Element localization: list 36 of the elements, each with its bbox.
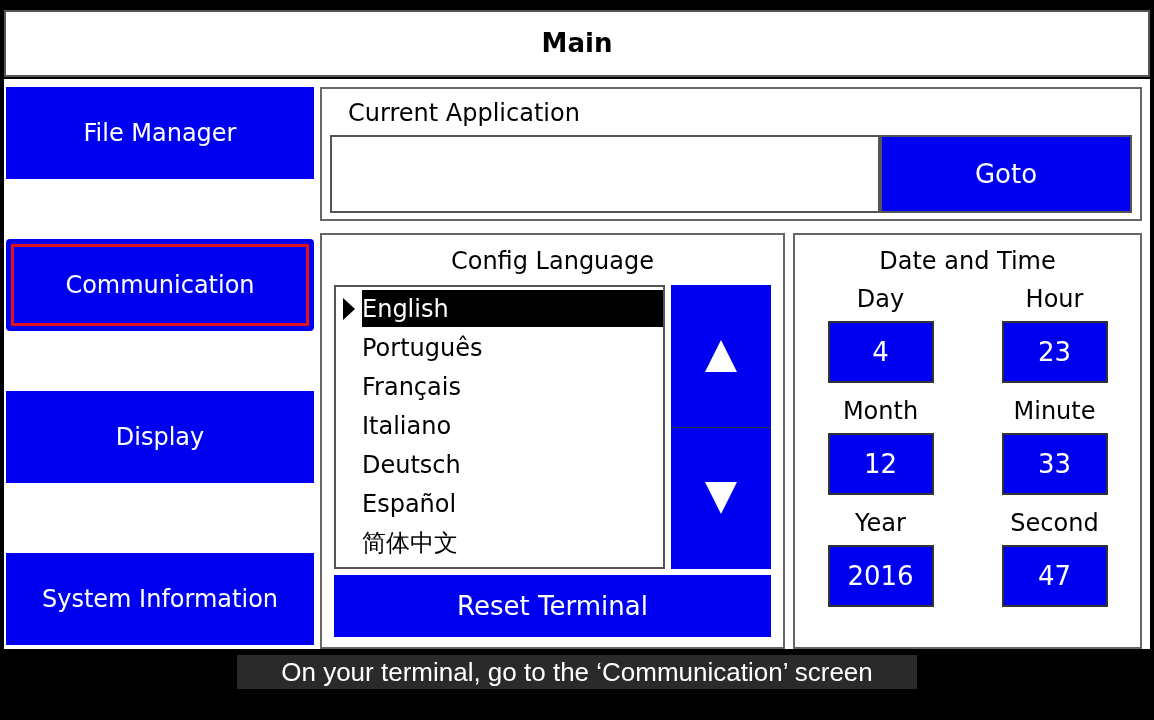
value-field[interactable]: 2016: [827, 545, 934, 607]
field-label: Second: [1010, 508, 1099, 539]
language-item[interactable]: Português: [362, 329, 663, 366]
value-field[interactable]: 33: [1001, 433, 1108, 495]
nav-button[interactable]: Communication: [6, 239, 314, 331]
value-field[interactable]: 4: [827, 321, 934, 383]
nav-button[interactable]: System Information: [6, 553, 314, 645]
scroll-up-button[interactable]: [671, 285, 771, 428]
language-item[interactable]: English: [362, 290, 663, 327]
pointer-icon: [343, 297, 355, 320]
panel-title: Date and Time: [879, 246, 1056, 277]
title-bar: Main: [4, 10, 1150, 77]
field-label: Month: [842, 396, 919, 427]
reset-terminal-button[interactable]: Reset Terminal: [334, 575, 771, 637]
panel-title: Config Language: [449, 246, 656, 277]
goto-button[interactable]: Goto: [880, 135, 1132, 213]
down-triangle-icon: [705, 482, 737, 515]
field-label: Year: [855, 508, 906, 539]
nav-button[interactable]: Display: [6, 391, 314, 483]
language-item[interactable]: Français: [362, 368, 663, 405]
language-item[interactable]: Español: [362, 485, 663, 522]
language-item[interactable]: Deutsch: [362, 446, 663, 483]
nav-button[interactable]: File Manager: [6, 87, 314, 179]
field-label: Minute: [1013, 396, 1096, 427]
field-label: Hour: [1025, 284, 1084, 315]
value-field[interactable]: 47: [1001, 545, 1108, 607]
language-item[interactable]: Italiano: [362, 407, 663, 444]
value-field[interactable]: 12: [827, 433, 934, 495]
value-field[interactable]: 23: [1001, 321, 1108, 383]
subtitle-caption: On your terminal, go to the ‘Communication’ screen: [237, 655, 917, 689]
field-label: Day: [856, 284, 905, 315]
scroll-down-button[interactable]: [671, 427, 771, 569]
language-item[interactable]: 简体中文: [362, 524, 663, 561]
panel-label: Current Application: [348, 98, 581, 129]
up-triangle-icon: [705, 339, 737, 372]
application-field[interactable]: [330, 135, 880, 213]
